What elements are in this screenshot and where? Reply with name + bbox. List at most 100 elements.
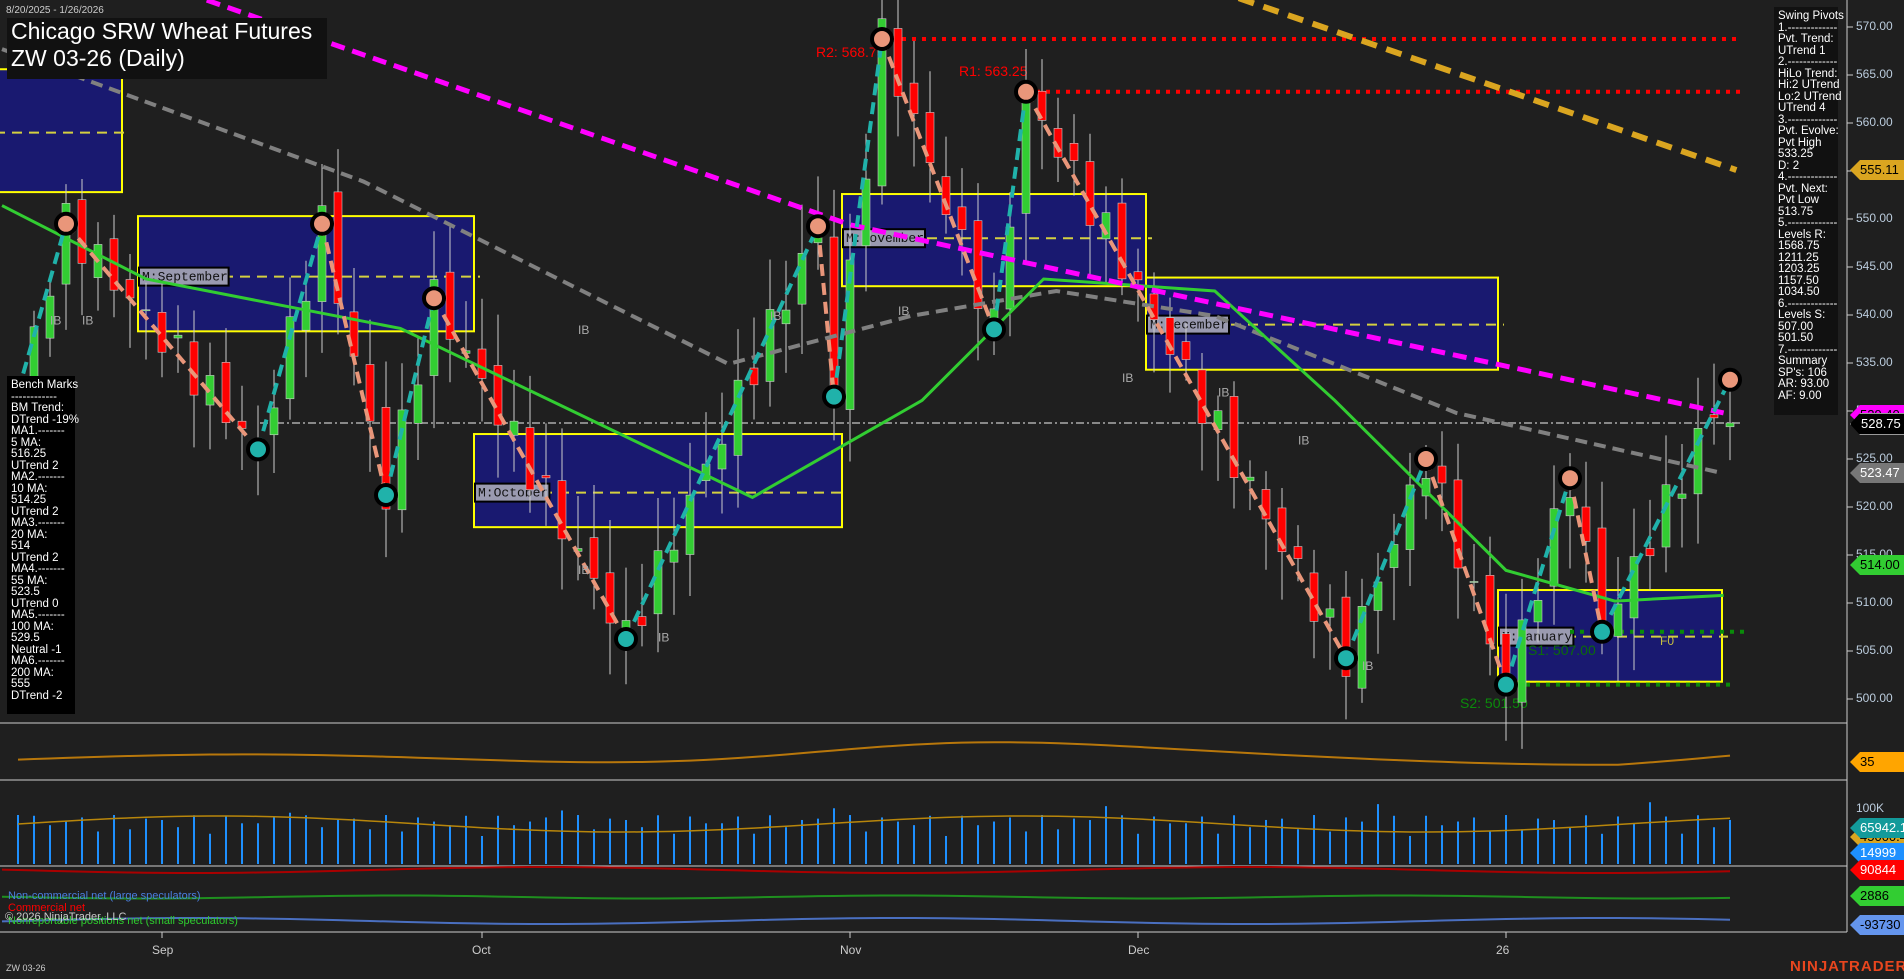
time-tick-label: Dec	[1128, 943, 1150, 957]
ib-label: IB	[658, 630, 669, 644]
candle-down	[957, 206, 967, 230]
candle-down	[893, 28, 903, 97]
candle-down	[637, 616, 647, 626]
month-label-text: M:September	[142, 270, 228, 285]
price-tick-label: 550.00	[1856, 211, 1893, 225]
panel-line: AR: 93.00	[1778, 378, 1830, 390]
panel-line: MA4.-------	[11, 563, 65, 575]
pivot-low-marker	[1590, 619, 1614, 644]
ma200-line	[1237, 0, 1738, 173]
f0-label: F0	[1660, 634, 1674, 648]
chart-subtitle: ZW 03-26 (Daily)	[11, 45, 185, 71]
candle-up	[1677, 493, 1687, 499]
panel-line: Swing Pivots	[1778, 10, 1844, 22]
panel-line: 1203.25	[1778, 263, 1820, 275]
candle-up	[1661, 484, 1671, 548]
panel-line: 514.25	[11, 494, 47, 506]
pivot-low-marker	[982, 317, 1006, 342]
candle-up	[301, 300, 311, 331]
last-price-tag: 528.75	[1850, 413, 1904, 435]
panel-line: Pvt. Trend:	[1778, 33, 1834, 45]
pivot-high-marker	[1718, 367, 1742, 392]
candle-down	[125, 279, 135, 299]
candle-up	[781, 309, 791, 325]
candle-up	[1725, 422, 1735, 428]
pivot-high-marker	[1414, 447, 1438, 471]
chart-title: Chicago SRW Wheat Futures	[11, 18, 313, 44]
panel-line: Levels S:	[1778, 309, 1826, 321]
time-tick-label: Sep	[152, 943, 174, 957]
swing-up-line	[624, 225, 820, 640]
ib-label: IB	[898, 304, 909, 318]
candle-up	[141, 309, 151, 312]
ib-label: IB	[1298, 434, 1309, 448]
price-tick-label: 525.00	[1856, 451, 1893, 465]
panel-line: Hi:2 UTrend	[1778, 79, 1840, 91]
cot-commercial-tag: 90844	[1850, 860, 1904, 880]
ma20-tag: 514.00	[1850, 555, 1904, 575]
candle-up	[685, 494, 695, 555]
candle-down	[77, 199, 87, 264]
swing-pivots-panel: Swing Pivots 1.------------- Pvt. Trend: UT…	[1774, 7, 1844, 415]
candle-down	[1485, 575, 1495, 645]
panel-line: MA1.-------	[11, 425, 65, 437]
copyright: © 2026 NinjaTrader, LLC	[5, 911, 127, 923]
panel-line: MA3.-------	[11, 517, 65, 529]
candle-down	[477, 348, 487, 379]
pivot-high-marker	[1558, 466, 1582, 491]
candle-down	[909, 82, 919, 114]
pivot-low-marker	[1494, 672, 1518, 697]
oscillator-tag: 35	[1850, 752, 1904, 772]
cot-small-line	[1, 894, 1731, 900]
pivot-high-marker	[310, 211, 334, 236]
candle-down	[525, 427, 535, 491]
panel-line: MA2.-------	[11, 471, 65, 483]
chart-title-box: Chicago SRW Wheat Futures ZW 03-26 (Dail…	[7, 18, 327, 79]
candle-down	[1181, 341, 1191, 360]
panel-line: MA5.-------	[11, 609, 65, 621]
cot-small-tag: 2886	[1850, 886, 1904, 906]
pivot-high-marker	[1014, 79, 1038, 104]
cot-large-line	[1, 916, 1731, 926]
pivot-low-marker	[822, 384, 846, 409]
candle-up	[1469, 581, 1479, 583]
panel-line: 533.25	[1778, 148, 1814, 160]
candle-down	[1133, 271, 1143, 281]
ib-label: IB	[1218, 386, 1229, 400]
candle-up	[1533, 600, 1543, 623]
candle-up	[413, 384, 423, 424]
price-chart[interactable]: M:SeptemberM:OctoberM:NovemberM:December…	[0, 0, 1904, 979]
ib-label: IB	[50, 314, 61, 328]
panel-line: 1034.50	[1778, 286, 1820, 298]
pivot-high-marker	[54, 211, 78, 236]
price-tick-label: 500.00	[1856, 691, 1893, 705]
candle-up	[669, 549, 679, 563]
panel-line: 514	[11, 540, 31, 552]
panel-line: 501.50	[1778, 332, 1814, 344]
candle-up	[797, 252, 807, 305]
swing-up-line	[1344, 458, 1428, 659]
panel-line: 516.25	[11, 448, 47, 460]
ninjatrader-logo: NINJATRADER	[1790, 958, 1904, 975]
panel-line: 4.-------------	[1778, 171, 1838, 183]
legend-large-speculators: Non-commercial net (large speculators)	[8, 890, 201, 902]
month-box	[0, 68, 123, 194]
ib-label: IB	[578, 563, 589, 577]
ib-label: IB	[578, 323, 589, 337]
ma55-tag: 523.47	[1850, 463, 1904, 483]
r1-label: R1: 563.25	[959, 63, 1028, 79]
panel-line: Summary	[1778, 355, 1828, 367]
price-tick-label: 565.00	[1856, 67, 1893, 81]
panel-line: 555	[11, 678, 31, 690]
ib-label: IB	[1362, 659, 1373, 673]
ma200-tag: 555.11	[1850, 160, 1904, 180]
ib-label: IB	[1122, 371, 1133, 385]
panel-line: DTrend -2	[11, 689, 63, 702]
candle-up	[1325, 608, 1335, 618]
panel-line: BM Trend:	[11, 402, 65, 414]
panel-line: Pvt Low	[1778, 194, 1819, 206]
volume-avg-tag: 65942.11	[1850, 818, 1904, 838]
panel-line: 5.-------------	[1778, 217, 1838, 229]
pivot-high-marker	[806, 214, 830, 239]
panel-line: Pvt. Evolve:	[1778, 125, 1839, 137]
